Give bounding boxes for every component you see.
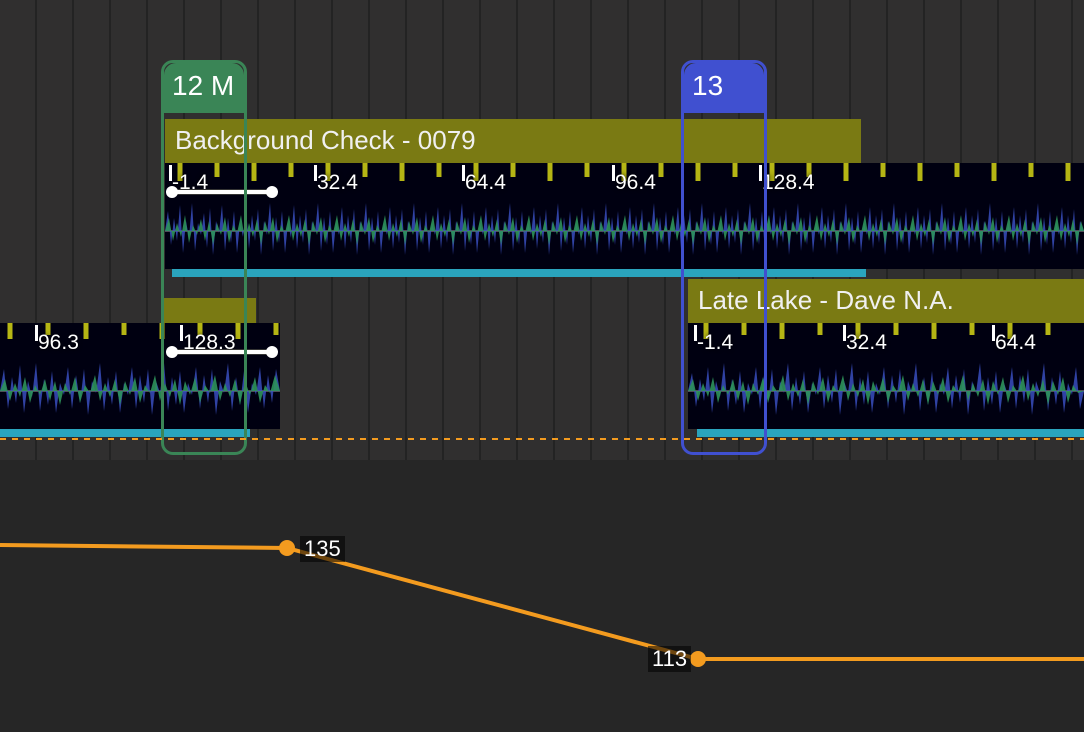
ruler-tick: 32.4 [317,171,358,195]
marker-label: 13 [684,63,764,113]
automation-curve[interactable] [0,545,1084,659]
ruler-tick: 96.4 [615,171,656,195]
ruler-tick: 64.4 [465,171,506,195]
automation-divider [0,437,1084,441]
automation-value: 135 [300,536,345,562]
marker-12[interactable]: 12 M [161,60,247,455]
marker-13[interactable]: 13 [681,60,767,455]
ruler-tick: 32.4 [846,331,887,355]
ruler-tick: 128.4 [762,171,815,195]
ruler-tick: 64.4 [995,331,1036,355]
marker-label: 12 M [164,63,244,113]
automation-point[interactable] [690,651,706,667]
automation-lane[interactable]: 135 113 [0,460,1084,732]
automation-point[interactable] [279,540,295,556]
automation-value: 113 [648,646,691,672]
ruler-tick: 96.3 [38,331,79,355]
